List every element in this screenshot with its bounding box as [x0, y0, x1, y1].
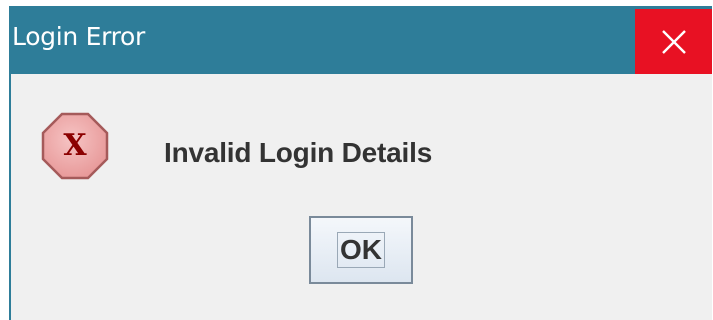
close-icon [661, 29, 686, 54]
error-icon-glyph: X [63, 128, 87, 163]
ok-button-label: OK [340, 234, 382, 265]
error-icon: X [41, 112, 109, 180]
window-border [9, 74, 11, 320]
error-dialog: Login Error X Invalid Login Details OK [9, 6, 712, 320]
title-bar[interactable]: Login Error [9, 6, 712, 74]
close-button[interactable] [635, 9, 712, 74]
error-message: Invalid Login Details [164, 137, 433, 168]
window-title: Login Error [12, 22, 146, 51]
ok-button[interactable]: OK [309, 216, 413, 284]
